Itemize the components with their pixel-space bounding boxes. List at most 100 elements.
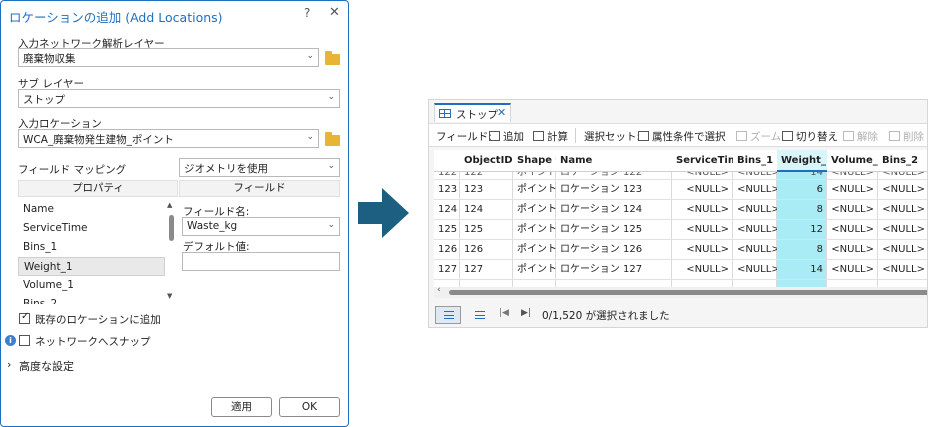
close-icon[interactable]: ✕ <box>329 5 340 20</box>
scrollbar-thumb[interactable] <box>449 290 927 295</box>
table-cell[interactable]: 14 <box>777 260 827 280</box>
ok-button[interactable]: OK <box>279 397 340 417</box>
table-cell[interactable]: ポイント <box>513 172 556 180</box>
folder-icon[interactable] <box>325 51 340 65</box>
table-cell[interactable]: <NULL> <box>672 172 733 180</box>
table-cell[interactable]: <NULL> <box>733 220 777 240</box>
horizontal-scrollbar[interactable]: ‹ <box>434 285 927 298</box>
chevron-down-icon[interactable]: ▼ <box>167 292 172 300</box>
chevron-right-icon[interactable]: › <box>7 358 11 371</box>
table-cell[interactable]: ロケーション 124 <box>556 200 672 220</box>
row-header[interactable]: 125 <box>434 220 460 240</box>
table-cell[interactable]: <NULL> <box>827 172 878 180</box>
table-cell[interactable]: ポイント <box>513 200 556 220</box>
property-item[interactable]: Volume_1 <box>18 276 165 295</box>
table-cell[interactable]: <NULL> <box>733 240 777 260</box>
column-header[interactable]: Name <box>556 150 672 172</box>
property-list-scrollbar[interactable]: ▲ ▼ <box>167 200 176 304</box>
table-cell[interactable]: 123 <box>460 180 513 200</box>
table-cell[interactable]: 127 <box>460 260 513 280</box>
calculate-field-button[interactable]: 計算 <box>533 129 568 144</box>
property-item[interactable]: Bins_2 <box>18 295 165 304</box>
switch-selection-button[interactable]: 切り替え <box>782 129 838 144</box>
table-cell[interactable]: 122 <box>460 172 513 180</box>
column-header[interactable]: Weight_1 <box>777 150 827 172</box>
property-item[interactable]: Bins_1 <box>18 238 165 257</box>
sublayer-dropdown[interactable]: ストップ ⌄ <box>18 89 340 108</box>
table-cell[interactable]: <NULL> <box>827 180 878 200</box>
select-all-corner[interactable] <box>434 150 460 172</box>
field-name-dropdown[interactable]: Waste_kg ⌄ <box>182 217 340 236</box>
row-header[interactable]: 123 <box>434 180 460 200</box>
apply-button[interactable]: 適用 <box>211 397 272 417</box>
column-header[interactable]: ServiceTime <box>672 150 733 172</box>
column-header[interactable]: Bins_2 <box>878 150 927 172</box>
last-record-button[interactable]: ▶| <box>521 308 531 318</box>
table-cell[interactable]: 125 <box>460 220 513 240</box>
property-item[interactable]: Name <box>18 200 165 219</box>
column-header[interactable]: ObjectID * <box>460 150 513 172</box>
table-cell[interactable]: <NULL> <box>878 180 927 200</box>
table-cell[interactable]: <NULL> <box>827 240 878 260</box>
zoom-button[interactable]: ズーム <box>736 129 781 144</box>
show-selected-records-button[interactable] <box>466 306 492 324</box>
column-header[interactable]: Volume_1 <box>827 150 878 172</box>
table-cell[interactable]: <NULL> <box>827 200 878 220</box>
row-header[interactable]: 124 <box>434 200 460 220</box>
scrollbar-thumb[interactable] <box>169 215 174 241</box>
table-cell[interactable]: <NULL> <box>672 180 733 200</box>
table-cell[interactable]: <NULL> <box>878 200 927 220</box>
table-cell[interactable]: <NULL> <box>672 260 733 280</box>
table-cell[interactable]: ポイント <box>513 240 556 260</box>
table-cell[interactable]: 8 <box>777 240 827 260</box>
table-cell[interactable]: <NULL> <box>733 260 777 280</box>
default-value-input[interactable] <box>182 252 340 271</box>
table-cell[interactable]: 122 <box>434 172 460 180</box>
table-cell[interactable]: ポイント <box>513 180 556 200</box>
delete-button[interactable]: 削除 <box>889 129 924 144</box>
input-locations-dropdown[interactable]: WCA_廃棄物発生建物_ポイント ⌄ <box>18 129 319 148</box>
table-cell[interactable]: <NULL> <box>878 220 927 240</box>
chevron-left-icon[interactable]: ‹ <box>437 285 441 295</box>
property-item[interactable]: ServiceTime <box>18 219 165 238</box>
table-cell[interactable]: 12 <box>777 220 827 240</box>
table-cell[interactable]: ポイント <box>513 220 556 240</box>
clear-selection-button[interactable]: 解除 <box>843 129 878 144</box>
add-field-button[interactable]: 追加 <box>489 129 524 144</box>
table-cell[interactable]: <NULL> <box>733 200 777 220</box>
close-icon[interactable]: ✕ <box>497 106 506 119</box>
network-layer-dropdown[interactable]: 廃棄物収集 ⌄ <box>18 48 319 67</box>
select-by-attributes-button[interactable]: 属性条件で選択 <box>638 129 726 144</box>
first-record-button[interactable]: |◀ <box>499 308 509 318</box>
table-cell[interactable]: ロケーション 123 <box>556 180 672 200</box>
table-cell[interactable]: <NULL> <box>827 220 878 240</box>
table-cell[interactable]: <NULL> <box>878 172 927 180</box>
row-header[interactable]: 126 <box>434 240 460 260</box>
column-header[interactable]: Bins_1 <box>733 150 777 172</box>
table-cell[interactable]: <NULL> <box>672 200 733 220</box>
show-all-records-button[interactable] <box>435 306 461 324</box>
table-cell[interactable]: 6 <box>777 180 827 200</box>
column-header[interactable]: Shape * <box>513 150 556 172</box>
chevron-up-icon[interactable]: ▲ <box>167 201 172 209</box>
table-cell[interactable]: <NULL> <box>733 180 777 200</box>
info-icon[interactable]: i <box>5 335 16 346</box>
table-cell[interactable]: ロケーション 125 <box>556 220 672 240</box>
table-cell[interactable]: ポイント <box>513 260 556 280</box>
snap-checkbox[interactable] <box>19 335 30 346</box>
table-cell[interactable]: 126 <box>460 240 513 260</box>
table-cell[interactable]: ロケーション 122 <box>556 172 672 180</box>
property-item-selected[interactable]: Weight_1 <box>18 257 165 276</box>
table-cell[interactable]: <NULL> <box>733 172 777 180</box>
table-cell[interactable]: <NULL> <box>672 220 733 240</box>
table-cell[interactable]: <NULL> <box>878 240 927 260</box>
table-cell[interactable]: <NULL> <box>878 260 927 280</box>
table-cell[interactable]: <NULL> <box>672 240 733 260</box>
table-cell[interactable]: <NULL> <box>827 260 878 280</box>
table-cell[interactable]: 14 <box>777 172 827 180</box>
table-cell[interactable]: 124 <box>460 200 513 220</box>
row-header[interactable]: 127 <box>434 260 460 280</box>
tab-stops[interactable]: ストップ ✕ <box>434 103 511 122</box>
table-cell[interactable]: ロケーション 127 <box>556 260 672 280</box>
folder-icon[interactable] <box>325 132 340 146</box>
